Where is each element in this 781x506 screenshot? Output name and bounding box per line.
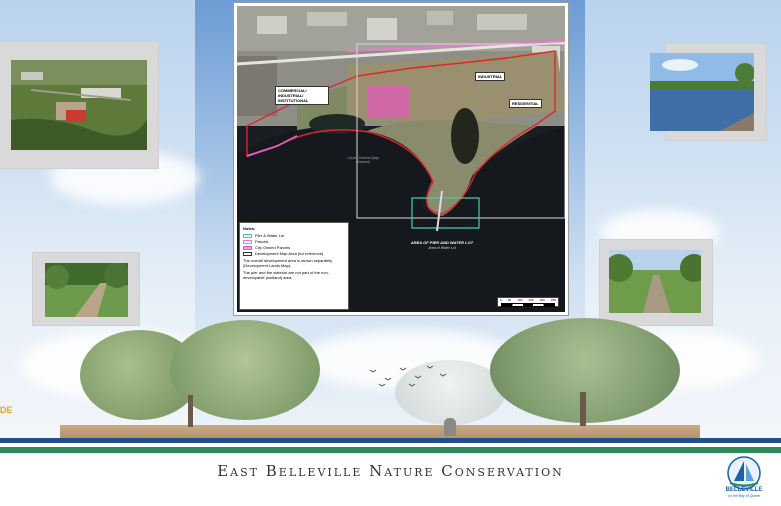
legend-swatch-devarea	[243, 251, 252, 256]
scale-tick: 50	[507, 298, 512, 302]
aerial-photo	[11, 60, 147, 150]
stripe-green	[0, 447, 781, 453]
grass-strip	[60, 425, 700, 439]
lake-photo	[650, 53, 754, 131]
edge-mark: DE	[0, 405, 13, 415]
label-lake: Loyal Crescent (bay Channel)	[347, 156, 379, 164]
label-pier-area-sub: Area of Water Lot	[428, 246, 456, 250]
aerial-map: COMMERCIAL/ INDUSTRIAL/ INSTITUTIONAL IN…	[237, 6, 565, 312]
legend-item: Development Map Area (for reference)	[243, 251, 345, 256]
map-legend: Notes: Pier & Water Lot Parcels City Own…	[239, 222, 349, 310]
label-pier-area: AREA OF PIER AND WATER LOT	[410, 240, 474, 245]
logo-caption: BELLEVILLE	[725, 487, 763, 493]
boardwalk-photo	[45, 263, 128, 317]
label-commercial: COMMERCIAL/ INDUSTRIAL/ INSTITUTIONAL	[275, 86, 329, 105]
legend-note: The overall development area is shown se…	[243, 258, 333, 268]
legend-swatch-pier	[243, 233, 252, 238]
tree-trunk	[188, 395, 193, 427]
birds-illustration	[365, 360, 455, 390]
legend-item: City Owned Parcels	[243, 245, 345, 250]
legend-label: Parcels	[255, 239, 269, 244]
trail-photo	[609, 250, 701, 313]
scale-tick: 100	[517, 298, 523, 302]
scale-bar: 0 50 100 150 200 250	[497, 297, 559, 307]
scale-tick: 250	[550, 298, 556, 302]
legend-label: Development Map Area (for reference)	[255, 251, 324, 256]
legend-note: The pier and the waterlot are not part o…	[243, 270, 330, 280]
person-figure	[444, 418, 456, 436]
scale-tick: 150	[528, 298, 534, 302]
tree-trunk	[580, 392, 586, 426]
page-title: East Belleville Nature Conservation	[217, 462, 564, 480]
development-map-frame: COMMERCIAL/ INDUSTRIAL/ INSTITUTIONAL IN…	[233, 2, 569, 316]
label-residential: RESIDENTIAL	[509, 99, 542, 108]
logo-subcaption: on the Bay of Quinte	[728, 494, 760, 498]
legend-item: Pier & Water Lot	[243, 233, 345, 238]
legend-item: Parcels	[243, 239, 345, 244]
legend-swatch-parcels	[243, 239, 252, 244]
label-industrial: INDUSTRIAL	[475, 72, 506, 81]
scale-tick: 200	[539, 298, 545, 302]
legend-label: Pier & Water Lot	[255, 233, 285, 238]
scale-tick: 0	[500, 298, 502, 302]
legend-swatch-city	[243, 245, 252, 250]
legend-title: Notes:	[243, 226, 256, 231]
legend-label: City Owned Parcels	[255, 245, 291, 250]
